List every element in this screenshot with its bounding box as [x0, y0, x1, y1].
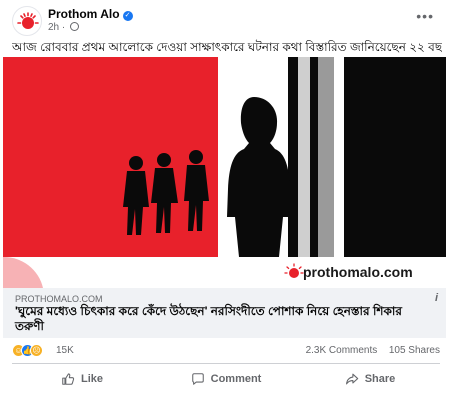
post-card: Prothom Alo ✓ 2h · ••• আজ রোববার প্রথম আল…: [0, 0, 451, 401]
meta-separator: ·: [61, 22, 66, 33]
reaction-count[interactable]: 15K: [56, 345, 74, 356]
sad-reaction-icon: ☹: [30, 344, 43, 357]
shares-count[interactable]: 105 Shares: [389, 345, 440, 356]
post-stats: ☺ 👍 ☹ 15K 2.3K Comments 105 Shares: [12, 343, 440, 361]
link-domain: PROTHOMALO.COM: [15, 294, 103, 304]
post-time[interactable]: 2h: [48, 22, 59, 33]
like-button[interactable]: Like: [12, 366, 152, 392]
comment-button[interactable]: Comment: [156, 366, 296, 392]
illustration-image: [3, 57, 446, 288]
post-text: আজ রোববার প্রথম আলোকে দেওয়া সাক্ষাৎকারে…: [12, 40, 442, 54]
reactions-summary[interactable]: ☺ 👍 ☹: [12, 344, 52, 358]
comment-icon: [191, 373, 204, 385]
share-label: Share: [364, 373, 396, 385]
page-name[interactable]: Prothom Alo: [48, 7, 120, 21]
page-avatar[interactable]: [12, 6, 42, 36]
action-bar: Like Comment Share: [12, 366, 440, 392]
link-preview[interactable]: PROTHOMALO.COM 'ঘুমের মধ্যেও চিৎকার করে …: [3, 288, 446, 338]
comments-count[interactable]: 2.3K Comments: [306, 345, 378, 356]
post-image[interactable]: prothomalo.com: [3, 57, 446, 288]
engagement-counts: 2.3K Comments 105 Shares: [306, 345, 440, 356]
page-name-link[interactable]: Prothom Alo ✓: [48, 7, 133, 21]
actions-divider: [12, 363, 440, 364]
like-label: Like: [80, 373, 103, 385]
link-headline[interactable]: 'ঘুমের মধ্যেও চিৎকার করে কেঁদে উঠছেন' নর…: [15, 304, 420, 334]
prothom-alo-logo-icon: [17, 12, 39, 29]
thumbs-up-icon: [62, 373, 75, 385]
more-options-icon[interactable]: •••: [416, 8, 434, 24]
post-header: Prothom Alo ✓ 2h · •••: [12, 6, 442, 36]
share-button[interactable]: Share: [300, 366, 440, 392]
verified-badge-icon: ✓: [122, 11, 133, 21]
globe-icon: [70, 22, 80, 31]
brand-text: prothomalo.com: [303, 264, 413, 280]
info-icon[interactable]: i: [435, 292, 438, 304]
post-meta: 2h ·: [48, 22, 80, 33]
comment-label: Comment: [210, 373, 262, 385]
share-arrow-icon: [345, 373, 358, 385]
